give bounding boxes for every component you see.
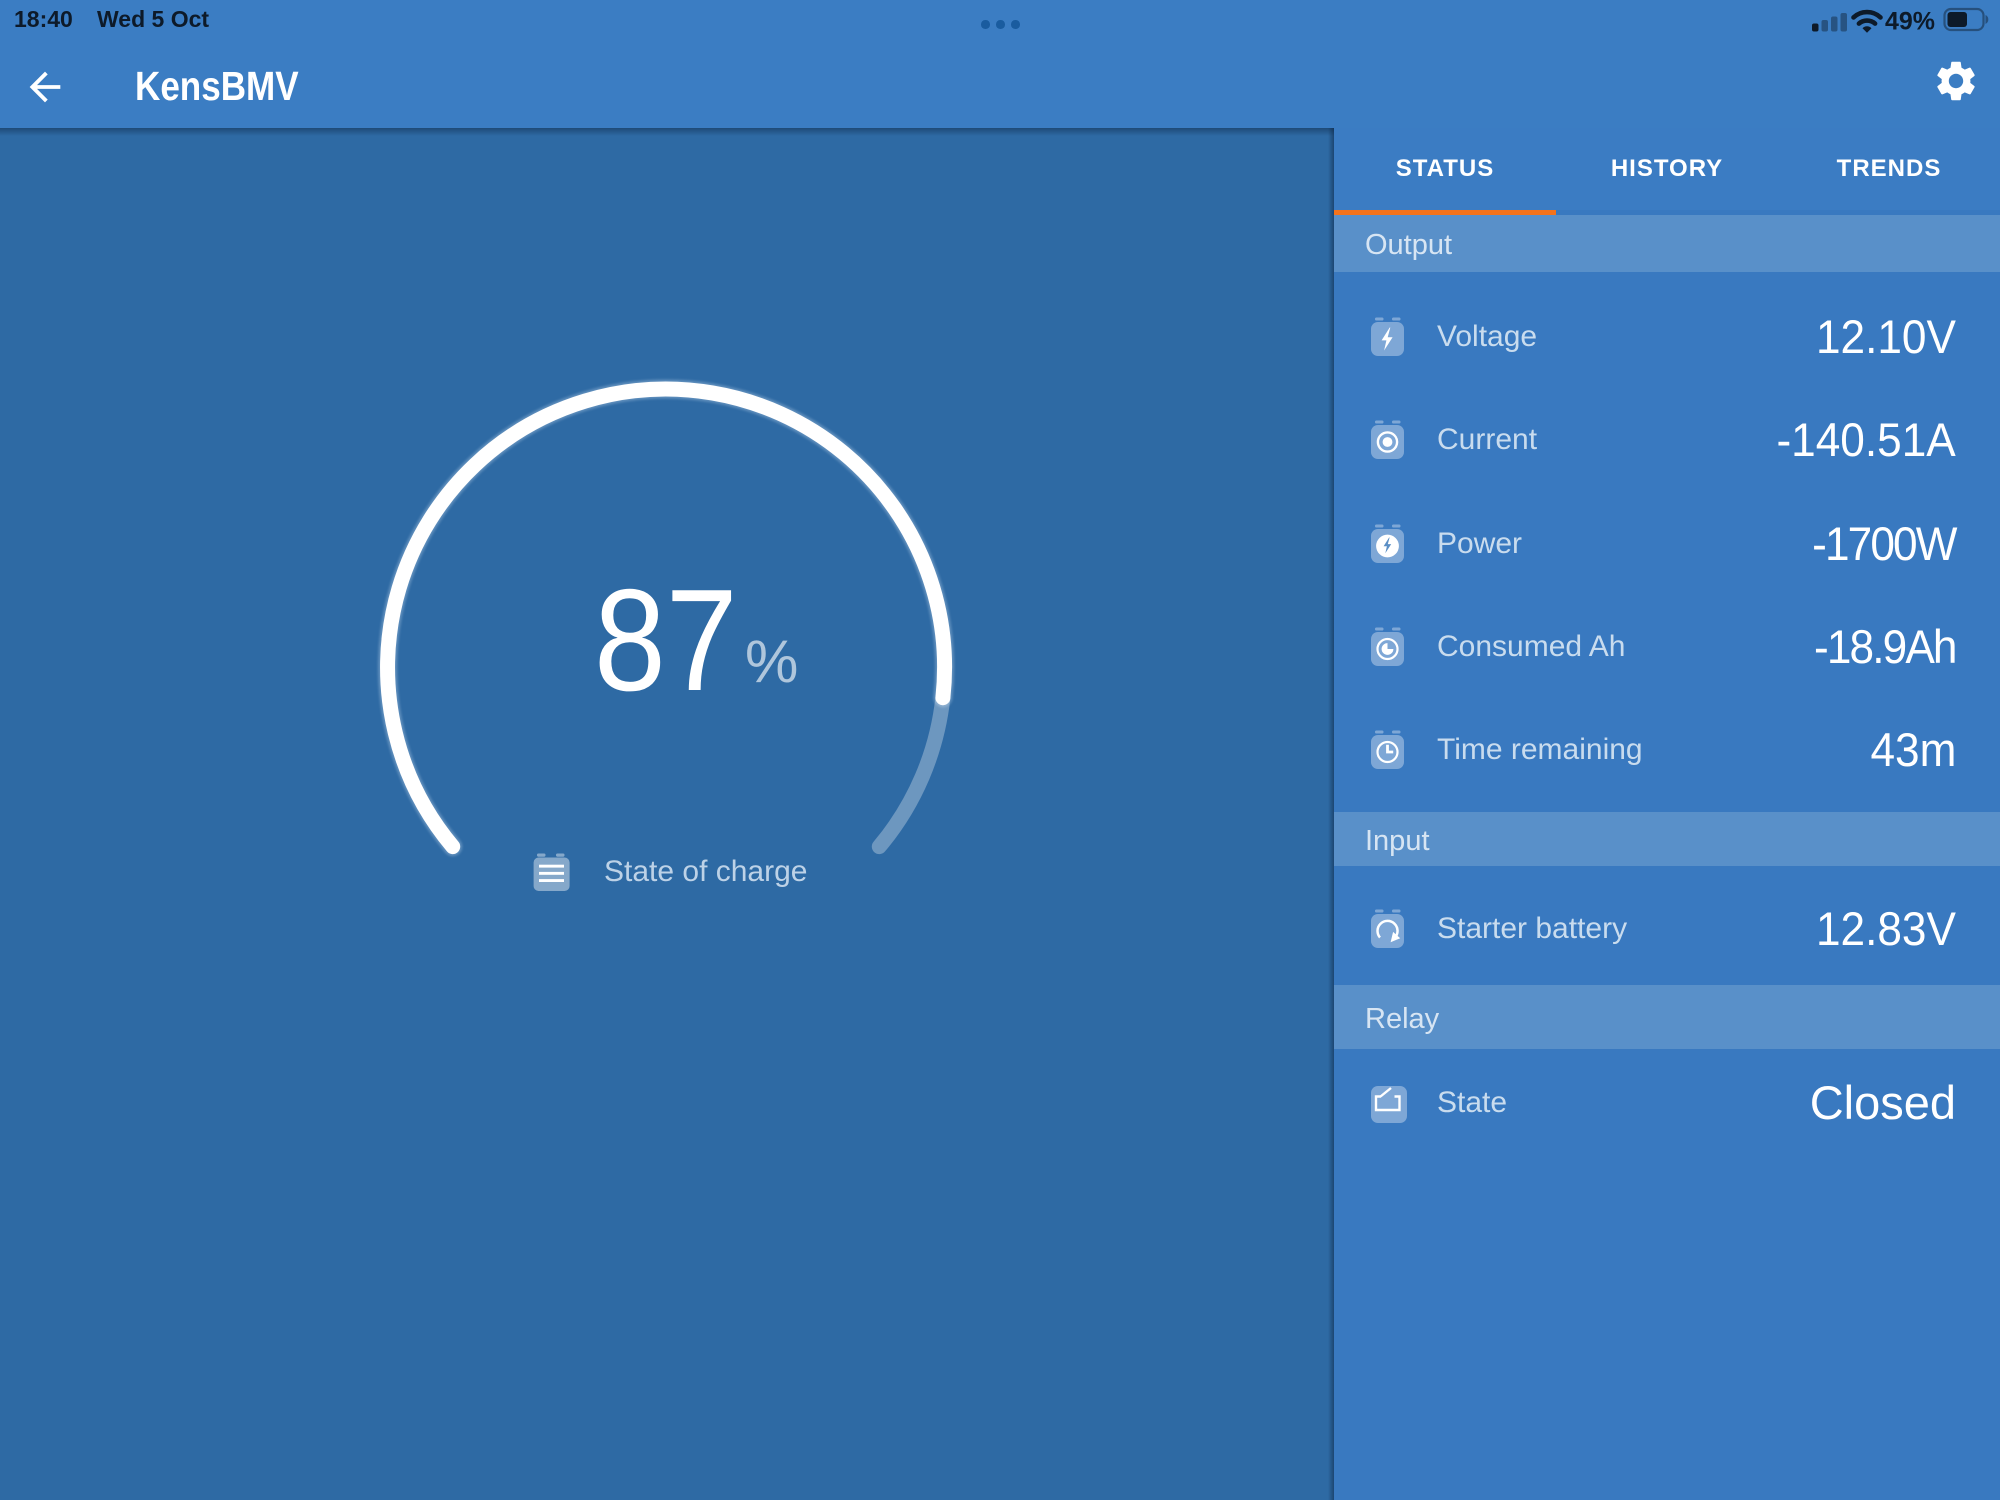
svg-text:49%: 49%	[1885, 8, 1935, 36]
